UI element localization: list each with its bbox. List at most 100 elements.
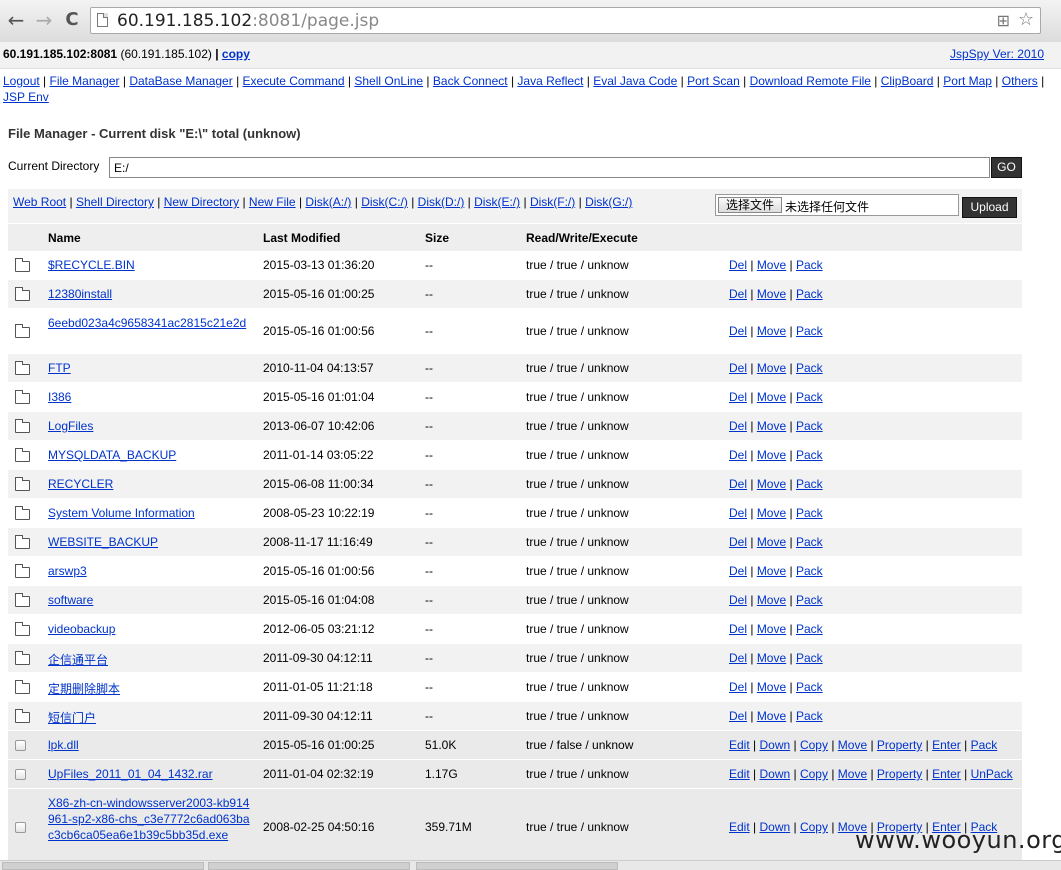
folder-name-link[interactable]: LogFiles [48, 419, 93, 433]
pack-link[interactable]: Pack [796, 361, 823, 375]
del-link[interactable]: Del [729, 535, 747, 549]
move-link[interactable]: Move [757, 390, 786, 404]
quick-link-shell-directory[interactable]: Shell Directory [76, 195, 154, 209]
forward-arrow-icon[interactable]: → [33, 9, 55, 31]
menu-java-reflect[interactable]: Java Reflect [517, 74, 583, 88]
menu-port-map[interactable]: Port Map [943, 74, 992, 88]
move-link[interactable]: Move [838, 767, 867, 781]
move-link[interactable]: Move [757, 258, 786, 272]
pack-link[interactable]: Pack [796, 506, 823, 520]
current-directory-input[interactable] [109, 157, 990, 178]
move-link[interactable]: Move [757, 361, 786, 375]
del-link[interactable]: Del [729, 287, 747, 301]
move-link[interactable]: Move [757, 324, 786, 338]
pack-link[interactable]: Pack [796, 535, 823, 549]
choose-file-button[interactable]: 选择文件 [718, 197, 782, 213]
folder-name-link[interactable]: software [48, 593, 93, 607]
folder-name-link[interactable]: 短信门户 [48, 709, 96, 726]
menu-jsp-env[interactable]: JSP Env [3, 90, 49, 104]
menu-logout[interactable]: Logout [3, 74, 40, 88]
del-link[interactable]: Del [729, 564, 747, 578]
pack-link[interactable]: Pack [796, 477, 823, 491]
move-link[interactable]: Move [757, 680, 786, 694]
move-link[interactable]: Move [757, 506, 786, 520]
move-link[interactable]: Move [757, 564, 786, 578]
folder-name-link[interactable]: 定期删除脚本 [48, 680, 120, 697]
folder-name-link[interactable]: 12380install [48, 287, 112, 301]
del-link[interactable]: Del [729, 448, 747, 462]
select-checkbox[interactable] [15, 740, 26, 754]
move-link[interactable]: Move [757, 448, 786, 462]
pack-link[interactable]: Pack [796, 622, 823, 636]
address-bar[interactable]: 60.191.185.102:8081/page.jsp ⊞ ☆ [90, 7, 1041, 34]
pack-link[interactable]: Pack [796, 448, 823, 462]
copy-link[interactable]: Copy [800, 767, 828, 781]
del-link[interactable]: Del [729, 419, 747, 433]
pack-link[interactable]: Pack [796, 651, 823, 665]
folder-name-link[interactable]: $RECYCLE.BIN [48, 258, 135, 272]
file-name-link[interactable]: lpk.dll [48, 738, 79, 752]
del-link[interactable]: Del [729, 477, 747, 491]
pack-link[interactable]: Pack [796, 419, 823, 433]
edit-link[interactable]: Edit [729, 820, 750, 834]
pack-link[interactable]: Pack [796, 258, 823, 272]
pack-link[interactable]: Pack [796, 680, 823, 694]
move-link[interactable]: Move [757, 477, 786, 491]
menu-others[interactable]: Others [1002, 74, 1038, 88]
move-link[interactable]: Move [757, 287, 786, 301]
folder-name-link[interactable]: MYSQLDATA_BACKUP [48, 448, 176, 462]
enter-link[interactable]: Enter [932, 738, 961, 752]
pack-link[interactable]: Pack [796, 390, 823, 404]
edit-link[interactable]: Edit [729, 767, 750, 781]
property-link[interactable]: Property [877, 738, 922, 752]
folder-name-link[interactable]: 企信通平台 [48, 651, 108, 668]
menu-file-manager[interactable]: File Manager [50, 74, 120, 88]
move-link[interactable]: Move [757, 593, 786, 607]
down-link[interactable]: Down [759, 738, 790, 752]
enter-link[interactable]: Enter [932, 767, 961, 781]
pack-link[interactable]: Pack [796, 593, 823, 607]
pack-link[interactable]: Pack [796, 324, 823, 338]
folder-name-link[interactable]: arswp3 [48, 564, 87, 578]
del-link[interactable]: Del [729, 390, 747, 404]
del-link[interactable]: Del [729, 622, 747, 636]
file-name-link[interactable]: UpFiles_2011_01_04_1432.rar [48, 767, 213, 781]
quick-link-disk-e[interactable]: Disk(E:/) [474, 195, 520, 209]
pack-link[interactable]: Pack [796, 709, 823, 723]
del-link[interactable]: Del [729, 651, 747, 665]
folder-name-link[interactable]: WEBSITE_BACKUP [48, 535, 158, 549]
down-link[interactable]: Down [759, 767, 790, 781]
menu-clipboard[interactable]: ClipBoard [881, 74, 934, 88]
quick-link-disk-d[interactable]: Disk(D:/) [418, 195, 465, 209]
menu-shell-online[interactable]: Shell OnLine [354, 74, 423, 88]
translate-icon[interactable]: ⊞ [997, 11, 1010, 30]
folder-name-link[interactable]: videobackup [48, 622, 115, 636]
select-checkbox[interactable] [15, 769, 26, 783]
menu-execute-command[interactable]: Execute Command [243, 74, 345, 88]
pack-link[interactable]: Pack [796, 564, 823, 578]
bookmark-star-icon[interactable]: ☆ [1018, 9, 1034, 30]
upload-button[interactable]: Upload [962, 197, 1017, 218]
folder-name-link[interactable]: 6eebd023a4c9658341ac2815c21e2d [48, 315, 253, 331]
del-link[interactable]: Del [729, 593, 747, 607]
move-link[interactable]: Move [757, 651, 786, 665]
move-link[interactable]: Move [838, 738, 867, 752]
file-picker[interactable]: 选择文件 未选择任何文件 [715, 194, 959, 216]
quick-link-new-directory[interactable]: New Directory [164, 195, 239, 209]
del-link[interactable]: Del [729, 506, 747, 520]
menu-database-manager[interactable]: DataBase Manager [129, 74, 232, 88]
property-link[interactable]: Property [877, 767, 922, 781]
folder-name-link[interactable]: System Volume Information [48, 506, 195, 520]
quick-link-new-file[interactable]: New File [249, 195, 296, 209]
menu-download-remote-file[interactable]: Download Remote File [750, 74, 871, 88]
move-link[interactable]: Move [757, 419, 786, 433]
down-link[interactable]: Down [759, 820, 790, 834]
file-name-link[interactable]: X86-zh-cn-windowsserver2003-kb914961-sp2… [48, 795, 253, 843]
copy-link[interactable]: Copy [800, 738, 828, 752]
edit-link[interactable]: Edit [729, 738, 750, 752]
reload-icon[interactable]: C [61, 9, 83, 31]
folder-name-link[interactable]: RECYCLER [48, 477, 113, 491]
pack-link[interactable]: Pack [796, 287, 823, 301]
go-button[interactable]: GO [991, 157, 1022, 178]
move-link[interactable]: Move [757, 535, 786, 549]
